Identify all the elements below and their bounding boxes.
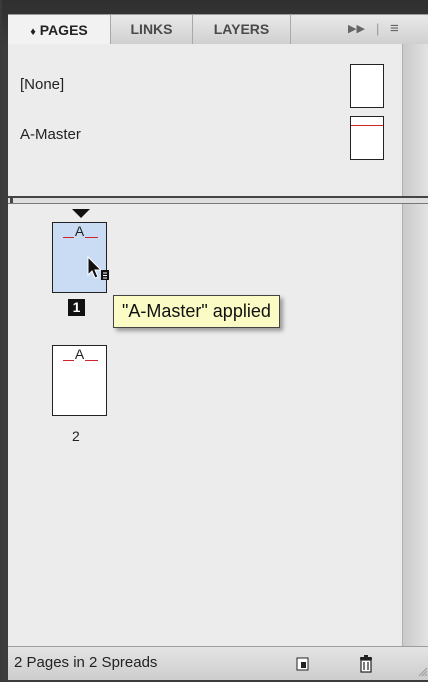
pages-panel: ♦ PAGES LINKS LAYERS ▶▶ | ≡ [None] A-Mas… xyxy=(2,0,428,682)
status-text: 2 Pages in 2 Spreads xyxy=(14,654,158,671)
master-margin-line xyxy=(351,125,383,126)
double-arrow-icon[interactable]: ▶▶ xyxy=(348,14,365,44)
divider-handle xyxy=(10,198,13,203)
status-bar: 2 Pages in 2 Spreads xyxy=(8,646,428,680)
tab-pages-label: PAGES xyxy=(39,22,88,38)
panel-menu-icon[interactable]: ≡ xyxy=(390,14,399,44)
trash-icon[interactable] xyxy=(358,655,374,673)
up-down-arrows-icon: ♦ xyxy=(30,26,36,38)
tab-pages[interactable]: ♦ PAGES xyxy=(8,14,111,44)
page-master-letter: A xyxy=(74,223,85,239)
margin-line-left xyxy=(63,360,74,361)
page-1-number: 1 xyxy=(68,299,85,316)
tab-links[interactable]: LINKS xyxy=(111,14,193,44)
margin-line-right xyxy=(85,360,98,361)
margin-line-left xyxy=(63,237,74,238)
master-item-a-master[interactable]: A-Master xyxy=(14,110,404,166)
cursor-arrow-icon xyxy=(87,256,109,280)
page-2-number: 2 xyxy=(72,428,80,444)
menu-separator: | xyxy=(376,21,380,36)
tooltip: "A-Master" applied xyxy=(113,295,280,328)
panel-section-divider[interactable] xyxy=(8,196,428,204)
margin-line-right xyxy=(85,237,98,238)
vertical-scrollbar[interactable] xyxy=(402,44,428,680)
spread-indicator-icon xyxy=(72,209,90,218)
resize-grip-icon[interactable] xyxy=(416,665,428,677)
master-none-thumbnail[interactable] xyxy=(350,64,384,108)
panel-menu-area: ▶▶ | ≡ xyxy=(336,14,428,44)
a-master-thumbnail[interactable] xyxy=(350,116,384,160)
tab-layers-label: LAYERS xyxy=(213,21,270,37)
master-none-label: [None] xyxy=(20,76,65,93)
a-master-label: A-Master xyxy=(20,126,81,143)
tab-layers[interactable]: LAYERS xyxy=(193,14,291,44)
new-page-icon[interactable] xyxy=(296,655,310,671)
page-2-thumbnail[interactable]: A xyxy=(52,345,107,416)
page-master-letter: A xyxy=(74,346,85,362)
tab-links-label: LINKS xyxy=(130,21,173,37)
page-1-thumbnail[interactable]: A xyxy=(52,222,109,293)
